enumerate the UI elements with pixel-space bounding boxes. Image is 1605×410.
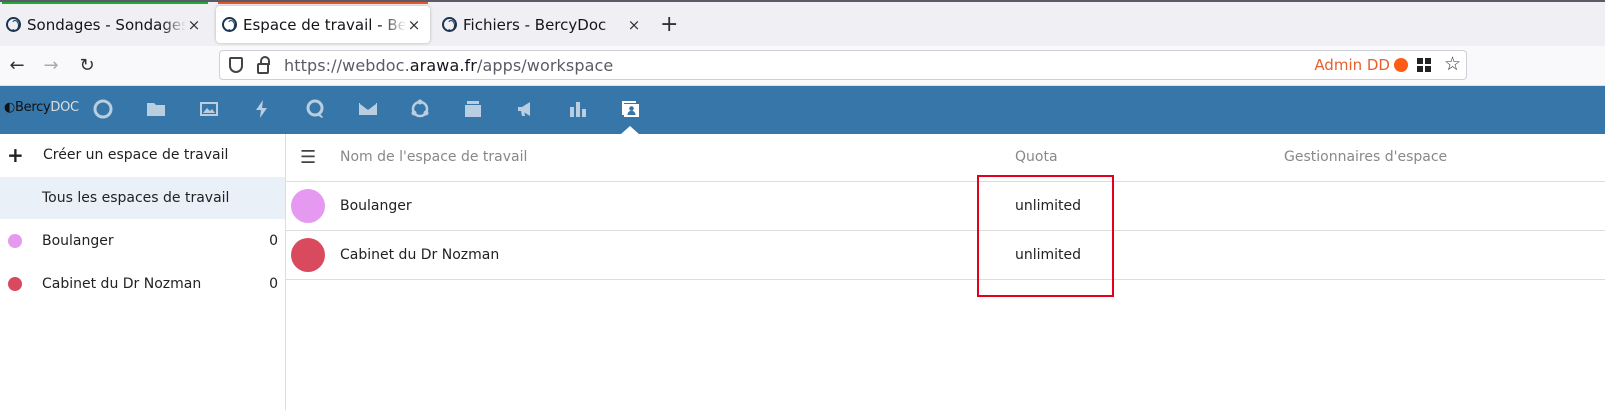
sidebar-item-cabinet-du-dr-nozman[interactable]: Cabinet du Dr Nozman 0: [0, 263, 285, 305]
sidebar-item-boulanger[interactable]: Boulanger 0: [0, 220, 285, 262]
sidebar-item-label: Cabinet du Dr Nozman: [42, 276, 202, 292]
workspace-table: ☰ Nom de l'espace de travail Quota Gesti…: [286, 134, 1605, 410]
sidebar-item-label: Boulanger: [42, 233, 114, 249]
bercydoc-favicon-icon: [442, 17, 457, 32]
table-row[interactable]: Cabinet du Dr Nozman unlimited: [286, 231, 1605, 280]
admin-user-extension[interactable]: Admin DD: [1314, 56, 1408, 74]
sidebar-item-label: Tous les espaces de travail: [42, 190, 230, 206]
bercydoc-favicon-icon: [222, 17, 237, 32]
dashboard-icon[interactable]: [92, 98, 114, 120]
extensions-grid-icon[interactable]: [1417, 58, 1431, 72]
column-header-quota: Quota: [1015, 149, 1058, 165]
back-icon[interactable]: ←: [3, 53, 31, 79]
app-header: ◐BercyDOC: [0, 86, 1605, 134]
column-header-name: Nom de l'espace de travail: [340, 149, 528, 165]
url-bar[interactable]: https://webdoc.arawa.fr/apps/workspace A…: [219, 50, 1467, 80]
browser-navigation-bar: ← → ↻ https://webdoc.arawa.fr/apps/works…: [0, 46, 1605, 86]
table-header: ☰ Nom de l'espace de travail Quota Gesti…: [286, 134, 1605, 182]
announcements-icon[interactable]: [515, 98, 537, 120]
tomato-icon: [1394, 58, 1408, 72]
shield-icon[interactable]: [229, 57, 243, 73]
workspace-name: Cabinet du Dr Nozman: [340, 247, 500, 263]
bookmark-star-icon[interactable]: ☆: [1444, 53, 1461, 75]
talk-icon[interactable]: [304, 98, 326, 120]
new-tab-button[interactable]: +: [660, 12, 678, 37]
hamburger-menu-icon[interactable]: ☰: [300, 147, 316, 168]
tab-close-icon[interactable]: ×: [186, 16, 202, 34]
workspace-avatar: [291, 189, 325, 223]
sidebar-item-count: 0: [269, 233, 278, 249]
deck-icon[interactable]: [462, 98, 484, 120]
sidebar-item-all-workspaces[interactable]: Tous les espaces de travail: [0, 177, 285, 219]
tab-close-icon[interactable]: ×: [406, 16, 422, 34]
polls-icon[interactable]: [567, 98, 589, 120]
lock-icon[interactable]: [257, 55, 270, 74]
workspace-icon[interactable]: [620, 98, 642, 120]
active-app-indicator: [621, 126, 639, 134]
column-header-managers: Gestionnaires d'espace: [1284, 149, 1448, 165]
mail-icon[interactable]: [357, 98, 379, 120]
sidebar-item-count: 0: [269, 276, 278, 292]
url-text[interactable]: https://webdoc.arawa.fr/apps/workspace: [284, 56, 613, 75]
browser-tab-sondages[interactable]: Sondages - Sondages qu ×: [0, 2, 210, 43]
bercydoc-logo[interactable]: ◐BercyDOC: [4, 100, 79, 115]
app-sidebar: + Créer un espace de travail Tous les es…: [0, 134, 286, 410]
workspace-color-dot: [8, 277, 22, 291]
workspace-name: Boulanger: [340, 198, 412, 214]
tab-accent-bar: [2, 2, 208, 4]
create-workspace-label: Créer un espace de travail: [43, 147, 229, 163]
sync-icon[interactable]: [409, 98, 431, 120]
reload-icon[interactable]: ↻: [73, 53, 101, 79]
workspace-color-dot: [8, 234, 22, 248]
bercydoc-favicon-icon: [6, 17, 21, 32]
quota-highlight-annotation: [977, 175, 1114, 297]
browser-tab-espace-de-travail[interactable]: Espace de travail - BercyD ×: [216, 2, 430, 43]
tab-title: Espace de travail - BercyD: [243, 15, 406, 34]
photos-icon[interactable]: [198, 98, 220, 120]
workspace-avatar: [291, 238, 325, 272]
table-row[interactable]: Boulanger unlimited: [286, 182, 1605, 231]
activity-icon[interactable]: [251, 98, 273, 120]
tab-close-icon[interactable]: ×: [626, 16, 642, 34]
browser-tab-strip: Sondages - Sondages qu × Espace de trava…: [0, 0, 1605, 46]
tab-title: Fichiers - BercyDoc: [463, 15, 607, 34]
browser-tab-fichiers[interactable]: Fichiers - BercyDoc ×: [436, 6, 650, 43]
tab-accent-bar: [218, 2, 428, 4]
plus-icon: +: [7, 143, 24, 167]
tab-title: Sondages - Sondages qu: [27, 15, 186, 34]
create-workspace-button[interactable]: + Créer un espace de travail: [0, 134, 285, 176]
forward-icon[interactable]: →: [37, 53, 65, 79]
files-icon[interactable]: [145, 98, 167, 120]
